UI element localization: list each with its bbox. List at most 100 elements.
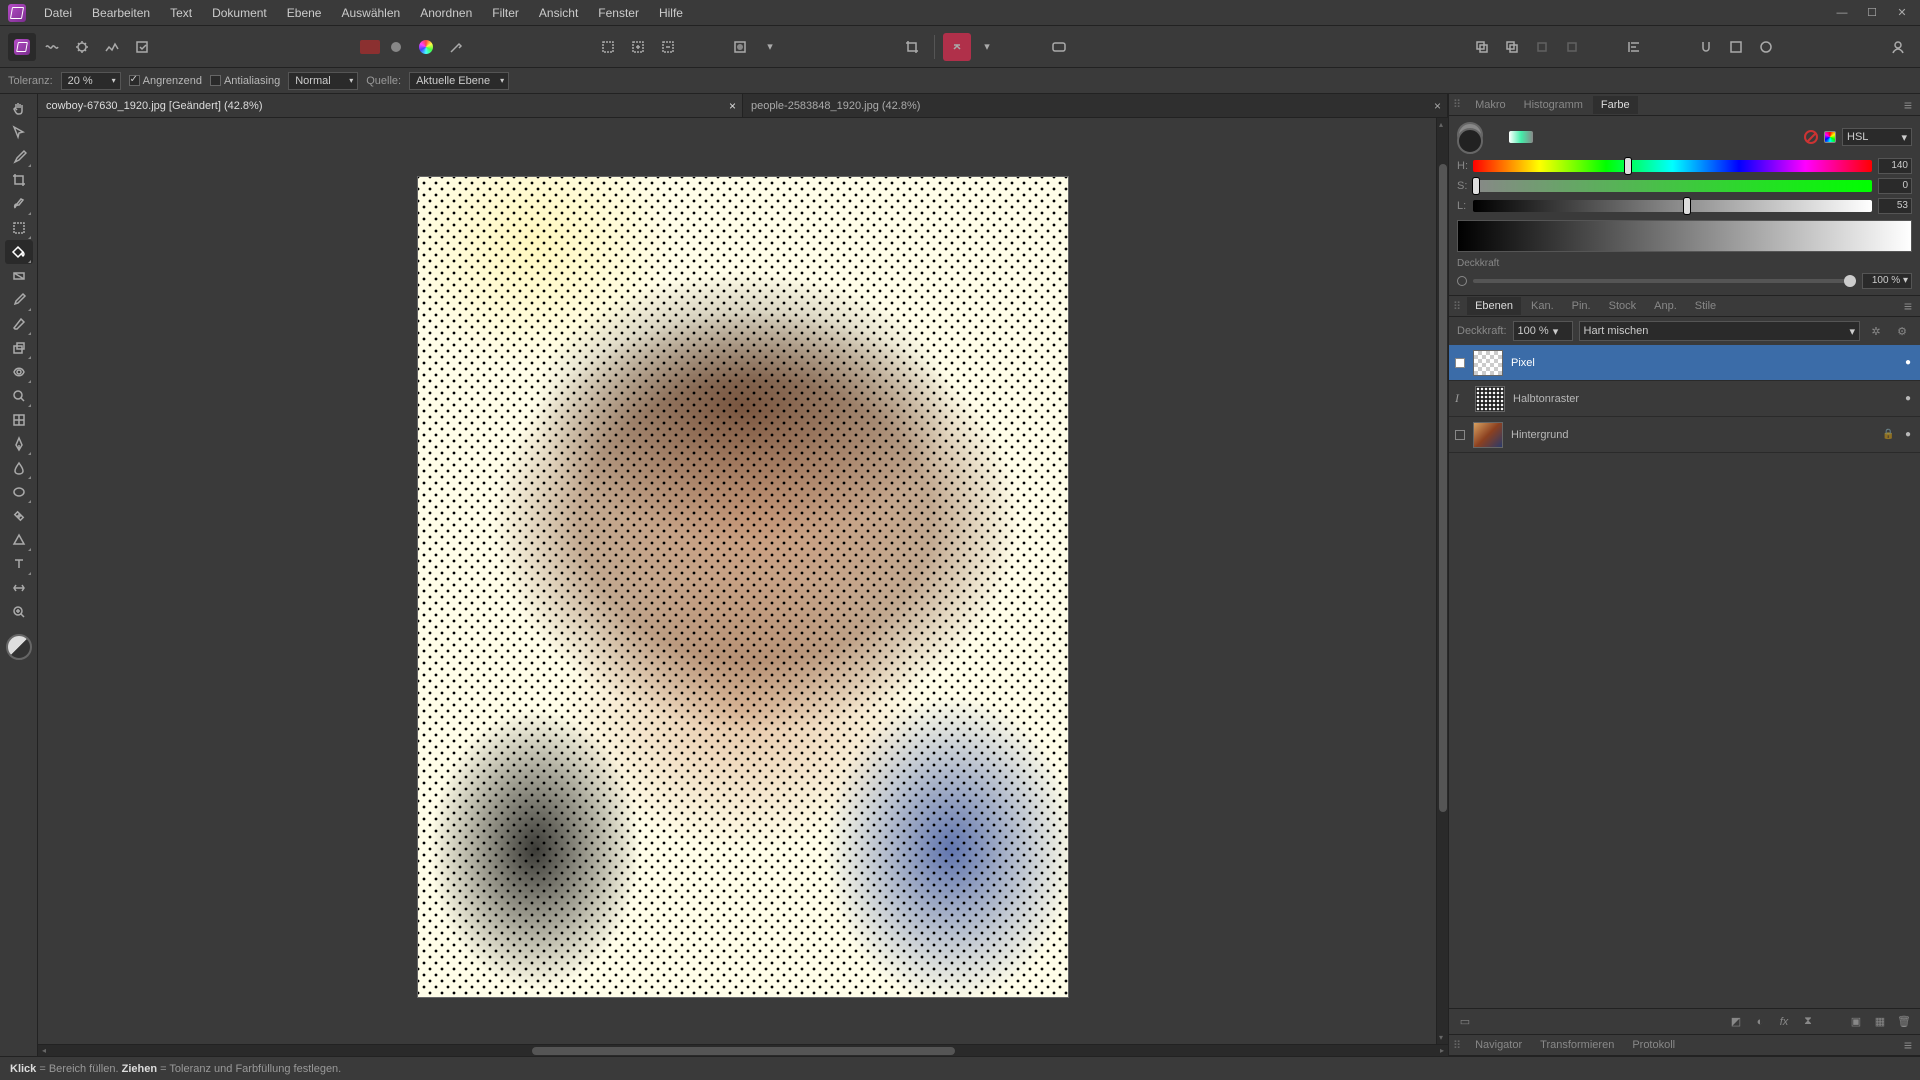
move-tool[interactable] bbox=[5, 120, 33, 144]
flood-fill-tool[interactable] bbox=[5, 240, 33, 264]
tab-makro[interactable]: Makro bbox=[1467, 96, 1514, 114]
erase-tool[interactable] bbox=[5, 312, 33, 336]
menu-datei[interactable]: Datei bbox=[34, 2, 82, 24]
lightness-value[interactable]: 53 bbox=[1878, 198, 1912, 214]
persona-export-button[interactable] bbox=[128, 33, 156, 61]
fx-button[interactable]: fx bbox=[1774, 1013, 1794, 1031]
gradient-tool[interactable] bbox=[5, 264, 33, 288]
add-layer-button[interactable]: ▦ bbox=[1870, 1013, 1890, 1031]
layer-name[interactable]: Pixel bbox=[1511, 357, 1894, 369]
menu-filter[interactable]: Filter bbox=[482, 2, 529, 24]
window-maximize-button[interactable]: ☐ bbox=[1858, 3, 1886, 23]
persona-liquify-button[interactable] bbox=[38, 33, 66, 61]
selection-subtract-button[interactable] bbox=[654, 33, 682, 61]
crop-indicator-button[interactable] bbox=[898, 33, 926, 61]
tab-transformieren[interactable]: Transformieren bbox=[1532, 1036, 1622, 1054]
color-sampler[interactable] bbox=[1509, 131, 1533, 143]
paint-brush-tool[interactable] bbox=[5, 288, 33, 312]
layer-visibility-toggle[interactable]: ● bbox=[1902, 429, 1914, 441]
align-button[interactable] bbox=[1620, 33, 1648, 61]
account-button[interactable] bbox=[1884, 33, 1912, 61]
no-color-button[interactable] bbox=[1804, 130, 1818, 144]
vertical-scrollbar[interactable]: ▴ ▾ bbox=[1436, 118, 1448, 1044]
secondary-color-swatch[interactable] bbox=[1457, 128, 1483, 154]
assistant-dropdown[interactable]: ▾ bbox=[973, 33, 1001, 61]
tab-navigator[interactable]: Navigator bbox=[1467, 1036, 1530, 1054]
grayscale-button[interactable] bbox=[382, 33, 410, 61]
tab-anpassungen[interactable]: Anp. bbox=[1646, 297, 1685, 315]
zoom-tool[interactable] bbox=[5, 600, 33, 624]
menu-anordnen[interactable]: Anordnen bbox=[410, 2, 482, 24]
layer-row-hintergrund[interactable]: Hintergrund 🔒 ● bbox=[1449, 417, 1920, 453]
healing-tool[interactable] bbox=[5, 504, 33, 528]
pen-tool[interactable] bbox=[5, 432, 33, 456]
layer-opacity-input[interactable]: 100 %▾ bbox=[1513, 321, 1573, 341]
hand-tool[interactable] bbox=[5, 96, 33, 120]
marquee-tool[interactable] bbox=[5, 216, 33, 240]
menu-ebene[interactable]: Ebene bbox=[277, 2, 332, 24]
layer-name[interactable]: Hintergrund bbox=[1511, 429, 1874, 441]
tab-histogramm[interactable]: Histogramm bbox=[1516, 96, 1591, 114]
menu-text[interactable]: Text bbox=[160, 2, 202, 24]
saturation-value[interactable]: 0 bbox=[1878, 178, 1912, 194]
delete-layer-button[interactable]: 🗑 bbox=[1894, 1013, 1914, 1031]
menu-fenster[interactable]: Fenster bbox=[588, 2, 649, 24]
layer-name[interactable]: Halbtonraster bbox=[1513, 393, 1894, 405]
sponge-tool[interactable] bbox=[5, 480, 33, 504]
color-model-select[interactable]: HSL▾ bbox=[1842, 128, 1912, 146]
color-picker-button[interactable] bbox=[442, 33, 470, 61]
snapping-button[interactable] bbox=[1692, 33, 1720, 61]
live-filter-button[interactable]: ⧗ bbox=[1798, 1013, 1818, 1031]
horizontal-scrollbar[interactable]: ◂ ▸ bbox=[38, 1044, 1448, 1056]
crop-tool[interactable] bbox=[5, 168, 33, 192]
layer-select-checkbox[interactable] bbox=[1455, 358, 1465, 368]
panel-menu-icon[interactable]: ≡ bbox=[1900, 97, 1916, 113]
panel-dock-icon[interactable]: ⠿ bbox=[1453, 1039, 1461, 1052]
panel-menu-icon[interactable]: ≡ bbox=[1900, 1037, 1916, 1053]
smudge-tool[interactable] bbox=[5, 456, 33, 480]
tab-kanaele[interactable]: Kan. bbox=[1523, 297, 1562, 315]
antialias-checkbox[interactable]: Antialiasing bbox=[210, 75, 280, 87]
contiguous-checkbox[interactable]: Angrenzend bbox=[129, 75, 202, 87]
document-tab-2[interactable]: people-2583848_1920.jpg (42.8%)× bbox=[743, 94, 1448, 117]
quick-mask-button[interactable] bbox=[726, 33, 754, 61]
adjustment-button[interactable]: ◐ bbox=[1750, 1013, 1770, 1031]
layer-select-checkbox[interactable] bbox=[1455, 430, 1465, 440]
tab-ebenen[interactable]: Ebenen bbox=[1467, 297, 1521, 315]
dodge-tool[interactable] bbox=[5, 384, 33, 408]
layer-fx-button[interactable]: ✲ bbox=[1866, 322, 1886, 340]
layer-visibility-toggle[interactable]: ● bbox=[1902, 357, 1914, 369]
menu-bearbeiten[interactable]: Bearbeiten bbox=[82, 2, 160, 24]
clone-tool[interactable] bbox=[5, 336, 33, 360]
menu-dokument[interactable]: Dokument bbox=[202, 2, 277, 24]
blend-mode-select[interactable]: Normal bbox=[288, 72, 358, 90]
document-tab-1[interactable]: cowboy-67630_1920.jpg [Geändert] (42.8%)… bbox=[38, 94, 743, 117]
color-swatch[interactable] bbox=[6, 634, 32, 660]
tolerance-input[interactable]: 20 % bbox=[61, 72, 121, 90]
color-format-button[interactable] bbox=[360, 40, 380, 54]
quick-mask-dropdown[interactable]: ▾ bbox=[756, 33, 784, 61]
lightness-slider[interactable] bbox=[1473, 200, 1872, 212]
menu-auswaehlen[interactable]: Auswählen bbox=[331, 2, 410, 24]
layer-blend-select[interactable]: Hart mischen▾ bbox=[1579, 321, 1860, 341]
layer-row-halbtonraster[interactable]: I Halbtonraster ● bbox=[1449, 381, 1920, 417]
color-mode-icon[interactable] bbox=[1824, 131, 1836, 143]
saturation-slider[interactable] bbox=[1473, 180, 1872, 192]
persona-tonemap-button[interactable] bbox=[98, 33, 126, 61]
color-opacity-value[interactable]: 100 % ▾ bbox=[1862, 273, 1912, 289]
tab-protokoll[interactable]: Protokoll bbox=[1624, 1036, 1683, 1054]
inpainting-tool[interactable] bbox=[5, 360, 33, 384]
snap-guides-button[interactable] bbox=[1752, 33, 1780, 61]
preview-mode-button[interactable] bbox=[1045, 33, 1073, 61]
vector-brush-tool[interactable] bbox=[5, 576, 33, 600]
color-gradient-strip[interactable] bbox=[1457, 220, 1912, 252]
source-select[interactable]: Aktuelle Ebene bbox=[409, 72, 509, 90]
tab-stock[interactable]: Stock bbox=[1601, 297, 1645, 315]
layer-lock-icon[interactable]: 🔒 bbox=[1882, 429, 1894, 441]
hue-slider[interactable] bbox=[1473, 160, 1872, 172]
snap-grid-button[interactable] bbox=[1722, 33, 1750, 61]
close-tab-icon[interactable]: × bbox=[729, 99, 736, 113]
panel-dock-icon[interactable]: ⠿ bbox=[1453, 300, 1461, 313]
assistant-button[interactable] bbox=[943, 33, 971, 61]
menu-ansicht[interactable]: Ansicht bbox=[529, 2, 588, 24]
